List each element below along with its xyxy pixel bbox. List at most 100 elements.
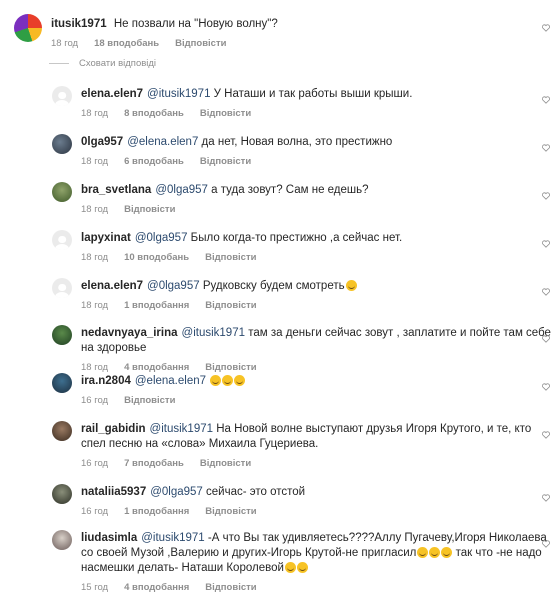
comment-username[interactable]: nedavnyaya_irina bbox=[81, 327, 178, 339]
mention-link[interactable]: @elena.elen7 bbox=[135, 375, 206, 387]
avatar[interactable] bbox=[52, 373, 72, 393]
reply-button[interactable]: Відповісти bbox=[205, 362, 256, 373]
comment-meta: 18 год 4 вподобання Відповісти bbox=[81, 362, 551, 373]
comment-meta: 16 год 7 вподобань Відповісти bbox=[81, 458, 551, 469]
avatar[interactable] bbox=[52, 278, 72, 298]
heart-icon[interactable] bbox=[542, 192, 550, 200]
comment-text: да нет, Новая волна, это престижно bbox=[198, 136, 393, 148]
mention-link[interactable]: @itusik1971 bbox=[147, 88, 210, 100]
comment-likes[interactable]: 1 вподобання bbox=[124, 506, 189, 517]
mention-link[interactable]: @0lga957 bbox=[155, 184, 208, 196]
comment-likes[interactable]: 18 вподобань bbox=[94, 38, 159, 49]
comment-likes[interactable]: 8 вподобань bbox=[124, 108, 184, 119]
reply-button[interactable]: Відповісти bbox=[200, 458, 251, 469]
heart-icon[interactable] bbox=[542, 540, 550, 548]
heart-icon[interactable] bbox=[542, 24, 550, 32]
comment-meta: 18 год 6 вподобань Відповісти bbox=[81, 156, 551, 167]
heart-icon[interactable] bbox=[542, 335, 550, 343]
comment-time[interactable]: 18 год bbox=[81, 156, 108, 167]
mention-link[interactable]: @0lga957 bbox=[135, 232, 188, 244]
reply-button[interactable]: Відповісти bbox=[205, 300, 256, 311]
avatar[interactable] bbox=[14, 14, 42, 42]
emoji-icon bbox=[284, 562, 296, 573]
comment-time[interactable]: 16 год bbox=[81, 506, 108, 517]
emoji-icon bbox=[429, 547, 441, 558]
comment-likes[interactable]: 1 вподобання bbox=[124, 300, 189, 311]
heart-icon[interactable] bbox=[542, 240, 550, 248]
comment-meta: 16 год 1 вподобання Відповісти bbox=[81, 506, 551, 517]
mention-link[interactable]: @elena.elen7 bbox=[127, 136, 198, 148]
comment-text: Не позвали на "Новую волну"? bbox=[113, 18, 278, 30]
comment-username[interactable]: nataliia5937 bbox=[81, 486, 146, 498]
avatar[interactable] bbox=[52, 230, 72, 250]
comment-username[interactable]: rail_gabidin bbox=[81, 423, 146, 435]
comment-time[interactable]: 18 год bbox=[81, 362, 108, 373]
comment-time[interactable]: 15 год bbox=[81, 582, 108, 593]
emoji-icon bbox=[441, 547, 453, 558]
comment-time[interactable]: 18 год bbox=[81, 204, 108, 215]
reply-comment: elena.elen7 @0lga957 Рудковску будем смот… bbox=[52, 278, 551, 311]
avatar[interactable] bbox=[52, 484, 72, 504]
emoji-icon bbox=[210, 375, 222, 386]
avatar[interactable] bbox=[52, 530, 72, 550]
reply-comment: 0lga957 @elena.elen7 да нет, Новая волна,… bbox=[52, 134, 551, 167]
reply-button[interactable]: Відповісти bbox=[205, 582, 256, 593]
comment-meta: 18 год 1 вподобання Відповісти bbox=[81, 300, 551, 311]
comment-meta: 18 год 18 вподобань Відповісти bbox=[51, 38, 521, 49]
comment-username[interactable]: lapyxinat bbox=[81, 232, 131, 244]
comment-time[interactable]: 18 год bbox=[81, 300, 108, 311]
heart-icon[interactable] bbox=[542, 431, 550, 439]
reply-button[interactable]: Відповісти bbox=[205, 252, 256, 263]
reply-comment: liudasimla @itusik1971 -А что Вы так удив… bbox=[52, 530, 551, 593]
reply-comment: rail_gabidin @itusik1971 На Новой волне в… bbox=[52, 421, 551, 469]
mention-link[interactable]: @0lga957 bbox=[150, 486, 203, 498]
avatar[interactable] bbox=[52, 134, 72, 154]
avatar[interactable] bbox=[52, 421, 72, 441]
reply-comment: nataliia5937 @0lga957 сейчас- это отстой 1… bbox=[52, 484, 551, 517]
reply-button[interactable]: Відповісти bbox=[200, 108, 251, 119]
comment-likes[interactable]: 4 вподобання bbox=[124, 582, 189, 593]
reply-comment: lapyxinat @0lga957 Было когда-то престижн… bbox=[52, 230, 551, 263]
comment-time[interactable]: 18 год bbox=[81, 252, 108, 263]
reply-comment: bra_svetlana @0lga957 а туда зовут? Сам н… bbox=[52, 182, 551, 215]
mention-link[interactable]: @itusik1971 bbox=[182, 327, 245, 339]
heart-icon[interactable] bbox=[542, 494, 550, 502]
comment-likes[interactable]: 10 вподобань bbox=[124, 252, 189, 263]
mention-link[interactable]: @0lga957 bbox=[147, 280, 200, 292]
comment-username[interactable]: itusik1971 bbox=[51, 18, 107, 30]
reply-button[interactable]: Відповісти bbox=[200, 156, 251, 167]
comment-meta: 15 год 4 вподобання Відповісти bbox=[81, 582, 551, 593]
comment-time[interactable]: 16 год bbox=[81, 395, 108, 406]
heart-icon[interactable] bbox=[542, 383, 550, 391]
heart-icon[interactable] bbox=[542, 288, 550, 296]
heart-icon[interactable] bbox=[542, 96, 550, 104]
reply-button[interactable]: Відповісти bbox=[124, 395, 175, 406]
reply-button[interactable]: Відповісти bbox=[205, 506, 256, 517]
comment-username[interactable]: elena.elen7 bbox=[81, 88, 143, 100]
comment-username[interactable]: ira.n2804 bbox=[81, 375, 131, 387]
comment-username[interactable]: elena.elen7 bbox=[81, 280, 143, 292]
hide-replies-label[interactable]: Сховати відповіді bbox=[79, 58, 156, 69]
avatar[interactable] bbox=[52, 86, 72, 106]
comment-time[interactable]: 16 год bbox=[81, 458, 108, 469]
hide-replies-toggle[interactable]: Сховати відповіді bbox=[49, 58, 156, 69]
comment-likes[interactable]: 6 вподобань bbox=[124, 156, 184, 167]
comment-text: а туда зовут? Сам не едешь? bbox=[207, 184, 369, 196]
comment-likes[interactable]: 7 вподобань bbox=[124, 458, 184, 469]
comment-username[interactable]: liudasimla bbox=[81, 532, 137, 544]
avatar[interactable] bbox=[52, 182, 72, 202]
top-comment: itusik1971 Не позвали на "Новую волну"? … bbox=[14, 14, 521, 49]
mention-link[interactable]: @itusik1971 bbox=[141, 532, 204, 544]
comment-username[interactable]: bra_svetlana bbox=[81, 184, 151, 196]
heart-icon[interactable] bbox=[542, 144, 550, 152]
reply-button[interactable]: Відповісти bbox=[124, 204, 175, 215]
comment-likes[interactable]: 4 вподобання bbox=[124, 362, 189, 373]
mention-link[interactable]: @itusik1971 bbox=[150, 423, 213, 435]
comment-time[interactable]: 18 год bbox=[81, 108, 108, 119]
comment-text bbox=[206, 375, 209, 387]
avatar[interactable] bbox=[52, 325, 72, 345]
reply-button[interactable]: Відповісти bbox=[175, 38, 226, 49]
comment-time[interactable]: 18 год bbox=[51, 38, 78, 49]
comment-username[interactable]: 0lga957 bbox=[81, 136, 123, 148]
emoji-icon bbox=[417, 547, 429, 558]
